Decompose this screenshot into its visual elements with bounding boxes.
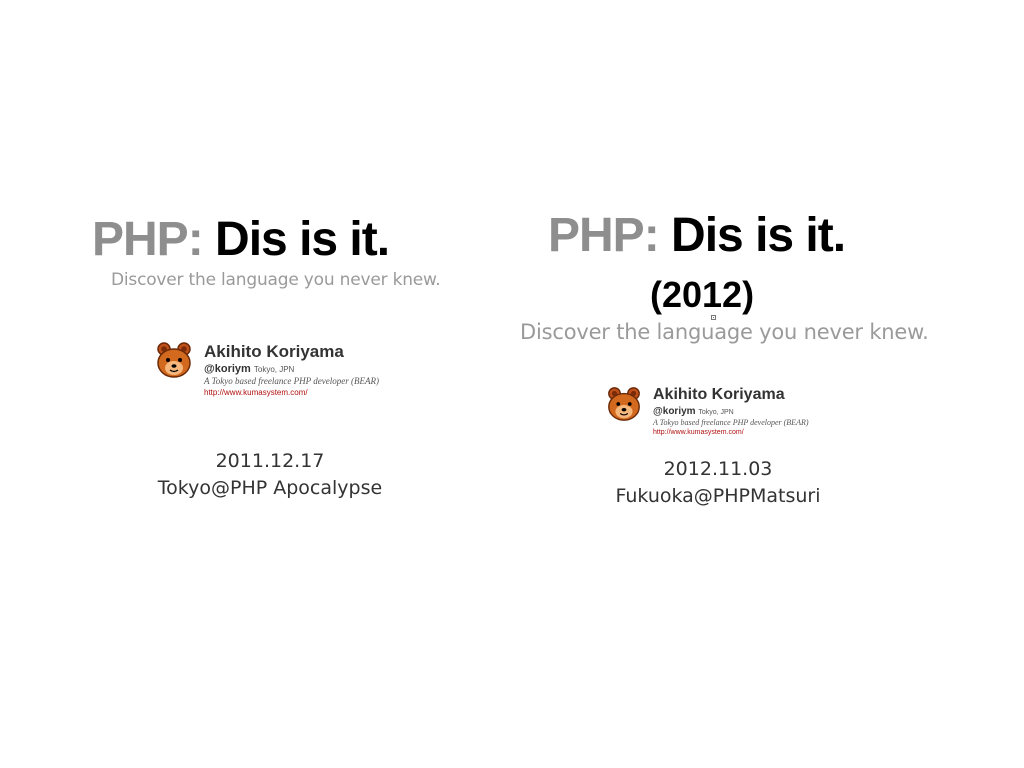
bear-avatar-icon [605, 385, 643, 423]
left-profile-handle-line: @koriym Tokyo, JPN [204, 363, 294, 375]
left-profile-bio: A Tokyo based freelance PHP developer (B… [204, 376, 379, 386]
left-headline-dis: Dis is it. [215, 213, 390, 266]
left-profile-card: Akihito Koriyama @koriym Tokyo, JPN A To… [154, 340, 414, 400]
right-profile-location: Tokyo, JPN [698, 409, 734, 416]
right-profile-card: Akihito Koriyama @koriym Tokyo, JPN A To… [605, 385, 865, 445]
left-profile-name: Akihito Koriyama [204, 342, 344, 361]
left-headline-php: PHP: [92, 213, 204, 266]
left-headline: PHP: Dis is it. [92, 212, 390, 267]
left-event-name: Tokyo@PHP Apocalypse [157, 477, 383, 499]
right-headline-php: PHP: [548, 209, 660, 262]
slide: PHP: Dis is it. Discover the language yo… [0, 0, 1024, 768]
right-headline: PHP: Dis is it. [548, 208, 846, 263]
right-headline-dis: Dis is it. [671, 209, 846, 262]
right-profile-handle[interactable]: @koriym [653, 406, 696, 417]
right-tagline: Discover the language you never knew. [520, 320, 929, 344]
right-event-name: Fukuoka@PHPMatsuri [615, 485, 821, 507]
right-profile-name: Akihito Koriyama [653, 386, 785, 403]
right-event-date: 2012.11.03 [663, 458, 773, 480]
left-profile-location: Tokyo, JPN [253, 365, 295, 374]
left-profile-url[interactable]: http://www.kumasystem.com/ [204, 388, 308, 397]
right-profile-url[interactable]: http://www.kumasystem.com/ [653, 429, 744, 436]
left-profile-handle[interactable]: @koriym [204, 363, 251, 375]
bear-avatar-icon [154, 340, 194, 380]
right-profile-bio: A Tokyo based freelance PHP developer (B… [653, 418, 809, 427]
right-profile-handle-line: @koriym Tokyo, JPN [653, 406, 734, 417]
left-event-date: 2011.12.17 [215, 450, 325, 472]
right-year: (2012) [650, 274, 755, 315]
left-tagline: Discover the language you never knew. [111, 270, 441, 290]
